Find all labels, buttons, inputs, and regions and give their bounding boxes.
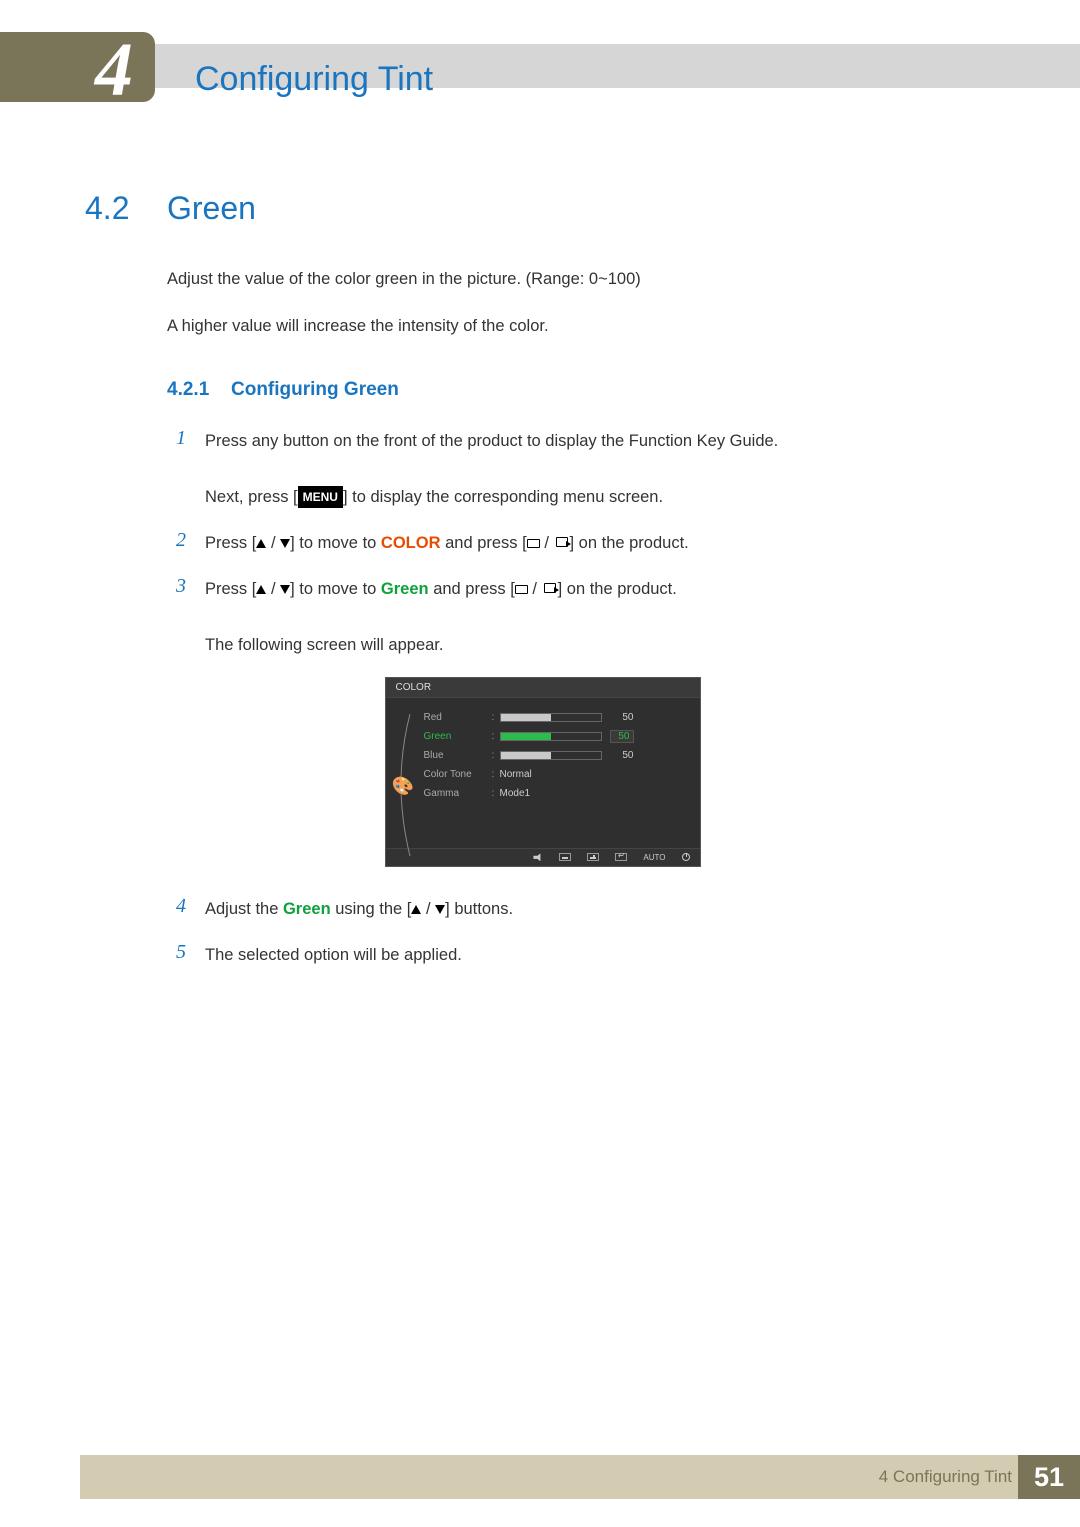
step-text: Press any button on the front of the pro… [205,427,1000,511]
intro-paragraph-2: A higher value will increase the intensi… [167,314,1000,339]
down-arrow-icon [280,539,290,548]
step-text: Adjust the Green using the [ / ] buttons… [205,895,1000,923]
step-5: 5 The selected option will be applied. [167,941,1000,969]
osd-slider [500,732,602,741]
step-2: 2 Press [ / ] to move to COLOR and press… [167,529,1000,557]
step-number: 4 [167,895,195,923]
page-content: 4.2 Green Adjust the value of the color … [85,190,1000,987]
osd-slider [500,713,602,722]
osd-slider [500,751,602,760]
step3-follow: The following screen will appear. [205,636,443,654]
step1-next-post: ] to display the corresponding menu scre… [343,488,663,506]
minus-icon [559,853,571,861]
step-text: The selected option will be applied. [205,941,1000,969]
up-arrow-icon [256,539,266,548]
t: using the [ [331,900,412,918]
chapter-header: 4 Configuring Tint [0,32,1080,102]
osd-row-blue: Blue : 50 [424,746,690,765]
source-icon [542,583,558,595]
section-heading: 4.2 Green [85,190,1000,227]
osd-option: Normal [500,769,532,780]
t: ] to move to [290,534,381,552]
t: ] to move to [290,580,381,598]
t: ] on the product. [570,534,689,552]
t: ] on the product. [558,580,677,598]
step-number: 1 [167,427,195,511]
osd-row-gamma: Gamma : Mode1 [424,784,690,803]
enter-icon [515,585,528,594]
source-icon [554,537,570,549]
t: ] buttons. [445,900,513,918]
t: and press [ [429,580,515,598]
osd-label: Blue [424,750,492,761]
footer-chapter-text: 4 Configuring Tint [879,1467,1012,1487]
header-gray-bar [0,44,1080,88]
osd-value: 50 [610,750,634,761]
footer-page-box: 51 [1018,1455,1080,1499]
return-icon [615,853,627,861]
osd-row-colortone: Color Tone : Normal [424,765,690,784]
plus-icon [587,853,599,861]
down-arrow-icon [280,585,290,594]
step-list: 1 Press any button on the front of the p… [167,427,1000,659]
down-arrow-icon [435,905,445,914]
page-number: 51 [1034,1462,1064,1493]
color-highlight: COLOR [381,534,441,552]
t: Press [ [205,534,256,552]
t: and press [ [441,534,527,552]
power-icon [682,853,690,861]
osd-option: Mode1 [500,788,531,799]
page-footer: 4 Configuring Tint 51 [0,1455,1080,1499]
step-4: 4 Adjust the Green using the [ / ] butto… [167,895,1000,923]
green-highlight: Green [283,900,331,918]
osd-title: COLOR [386,678,700,698]
step1-line1: Press any button on the front of the pro… [205,432,778,450]
step-number: 5 [167,941,195,969]
menu-button-label: MENU [298,486,343,508]
step-list-cont: 4 Adjust the Green using the [ / ] butto… [167,895,1000,969]
osd-value: 50 [610,730,634,743]
footer-bar: 4 Configuring Tint 51 [80,1455,1080,1499]
step-number: 2 [167,529,195,557]
volume-icon [533,853,543,861]
osd-left-curve: 🎨 [386,698,420,848]
chapter-number: 4 [95,27,133,114]
step-number: 3 [167,575,195,659]
subsection-number: 4.2.1 [167,379,231,401]
step1-next-pre: Next, press [ [205,488,298,506]
step-3: 3 Press [ / ] to move to Green and press… [167,575,1000,659]
chapter-title: Configuring Tint [195,60,433,99]
up-arrow-icon [411,905,421,914]
enter-icon [527,539,540,548]
t: Press [ [205,580,256,598]
up-arrow-icon [256,585,266,594]
osd-screenshot: COLOR 🎨 Red : 50 Green : 50 [385,677,701,867]
osd-value: 50 [610,712,634,723]
section-title: Green [167,190,256,227]
t: Adjust the [205,900,283,918]
osd-row-red: Red : 50 [424,708,690,727]
subsection-title: Configuring Green [231,379,399,401]
osd-footer: AUTO [386,848,700,866]
osd-row-green: Green : 50 [424,727,690,746]
step-text: Press [ / ] to move to Green and press [… [205,575,1000,659]
section-number: 4.2 [85,190,167,227]
intro-paragraph-1: Adjust the value of the color green in t… [167,267,1000,292]
osd-label: Green [424,731,492,742]
step-text: Press [ / ] to move to COLOR and press [… [205,529,1000,557]
osd-label: Red [424,712,492,723]
palette-icon: 🎨 [392,776,414,797]
green-highlight: Green [381,580,429,598]
osd-label: Gamma [424,788,492,799]
step-1: 1 Press any button on the front of the p… [167,427,1000,511]
auto-label: AUTO [643,853,665,862]
subsection-heading: 4.2.1 Configuring Green [167,379,1000,401]
osd-label: Color Tone [424,769,492,780]
